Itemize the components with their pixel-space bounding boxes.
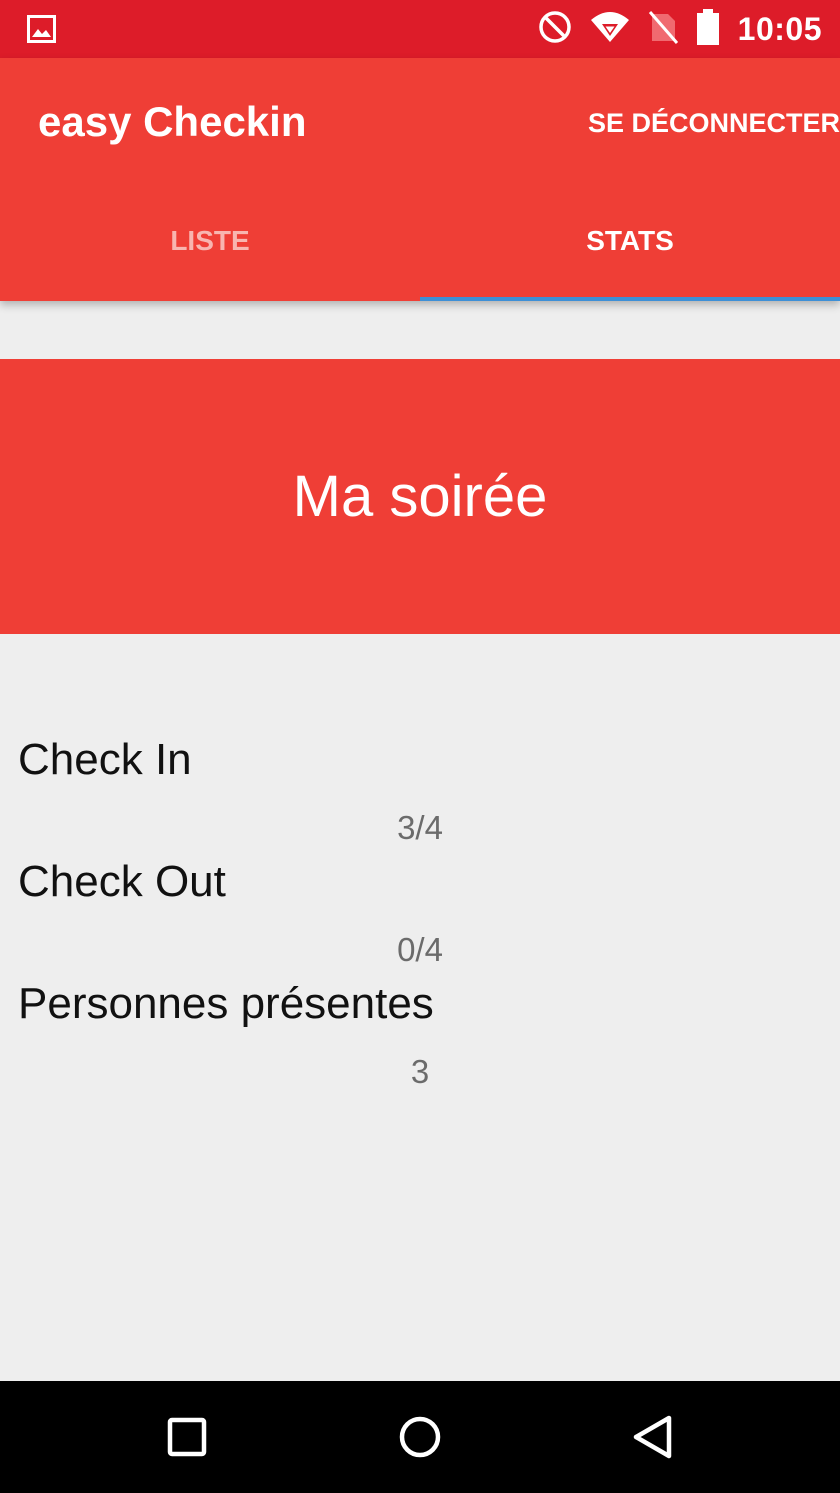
event-name: Ma soirée: [292, 464, 548, 529]
present-people-label: Personnes présentes: [18, 979, 434, 1028]
battery-icon: [696, 8, 720, 50]
present-people-value: 3: [410, 1053, 430, 1090]
check-in-value: 3/4: [397, 809, 443, 846]
check-out-label: Check Out: [18, 857, 226, 906]
app-bar: easy Checkin SE DÉCONNECTER LISTE STATS: [0, 58, 840, 301]
status-icons: 10:05: [538, 0, 822, 58]
check-in-label: Check In: [18, 735, 192, 784]
back-icon[interactable]: [627, 1411, 679, 1463]
event-banner: Ma soirée: [0, 359, 840, 634]
tab-bar: LISTE STATS: [0, 188, 840, 301]
no-sim-icon: [648, 10, 678, 49]
do-not-disturb-icon: [538, 10, 572, 49]
app-title: easy Checkin: [38, 98, 307, 145]
status-time: 10:05: [737, 10, 822, 47]
logout-button[interactable]: SE DÉCONNECTER: [588, 108, 840, 139]
tab-liste[interactable]: LISTE: [0, 188, 420, 301]
wifi-icon: [590, 10, 630, 49]
check-out-value: 0/4: [397, 931, 443, 968]
navigation-bar: [0, 1381, 840, 1493]
tab-stats[interactable]: STATS: [420, 188, 840, 301]
image-icon: [27, 15, 56, 48]
home-icon[interactable]: [394, 1411, 446, 1463]
recents-icon[interactable]: [161, 1411, 213, 1463]
status-bar: 10:05: [0, 0, 840, 58]
